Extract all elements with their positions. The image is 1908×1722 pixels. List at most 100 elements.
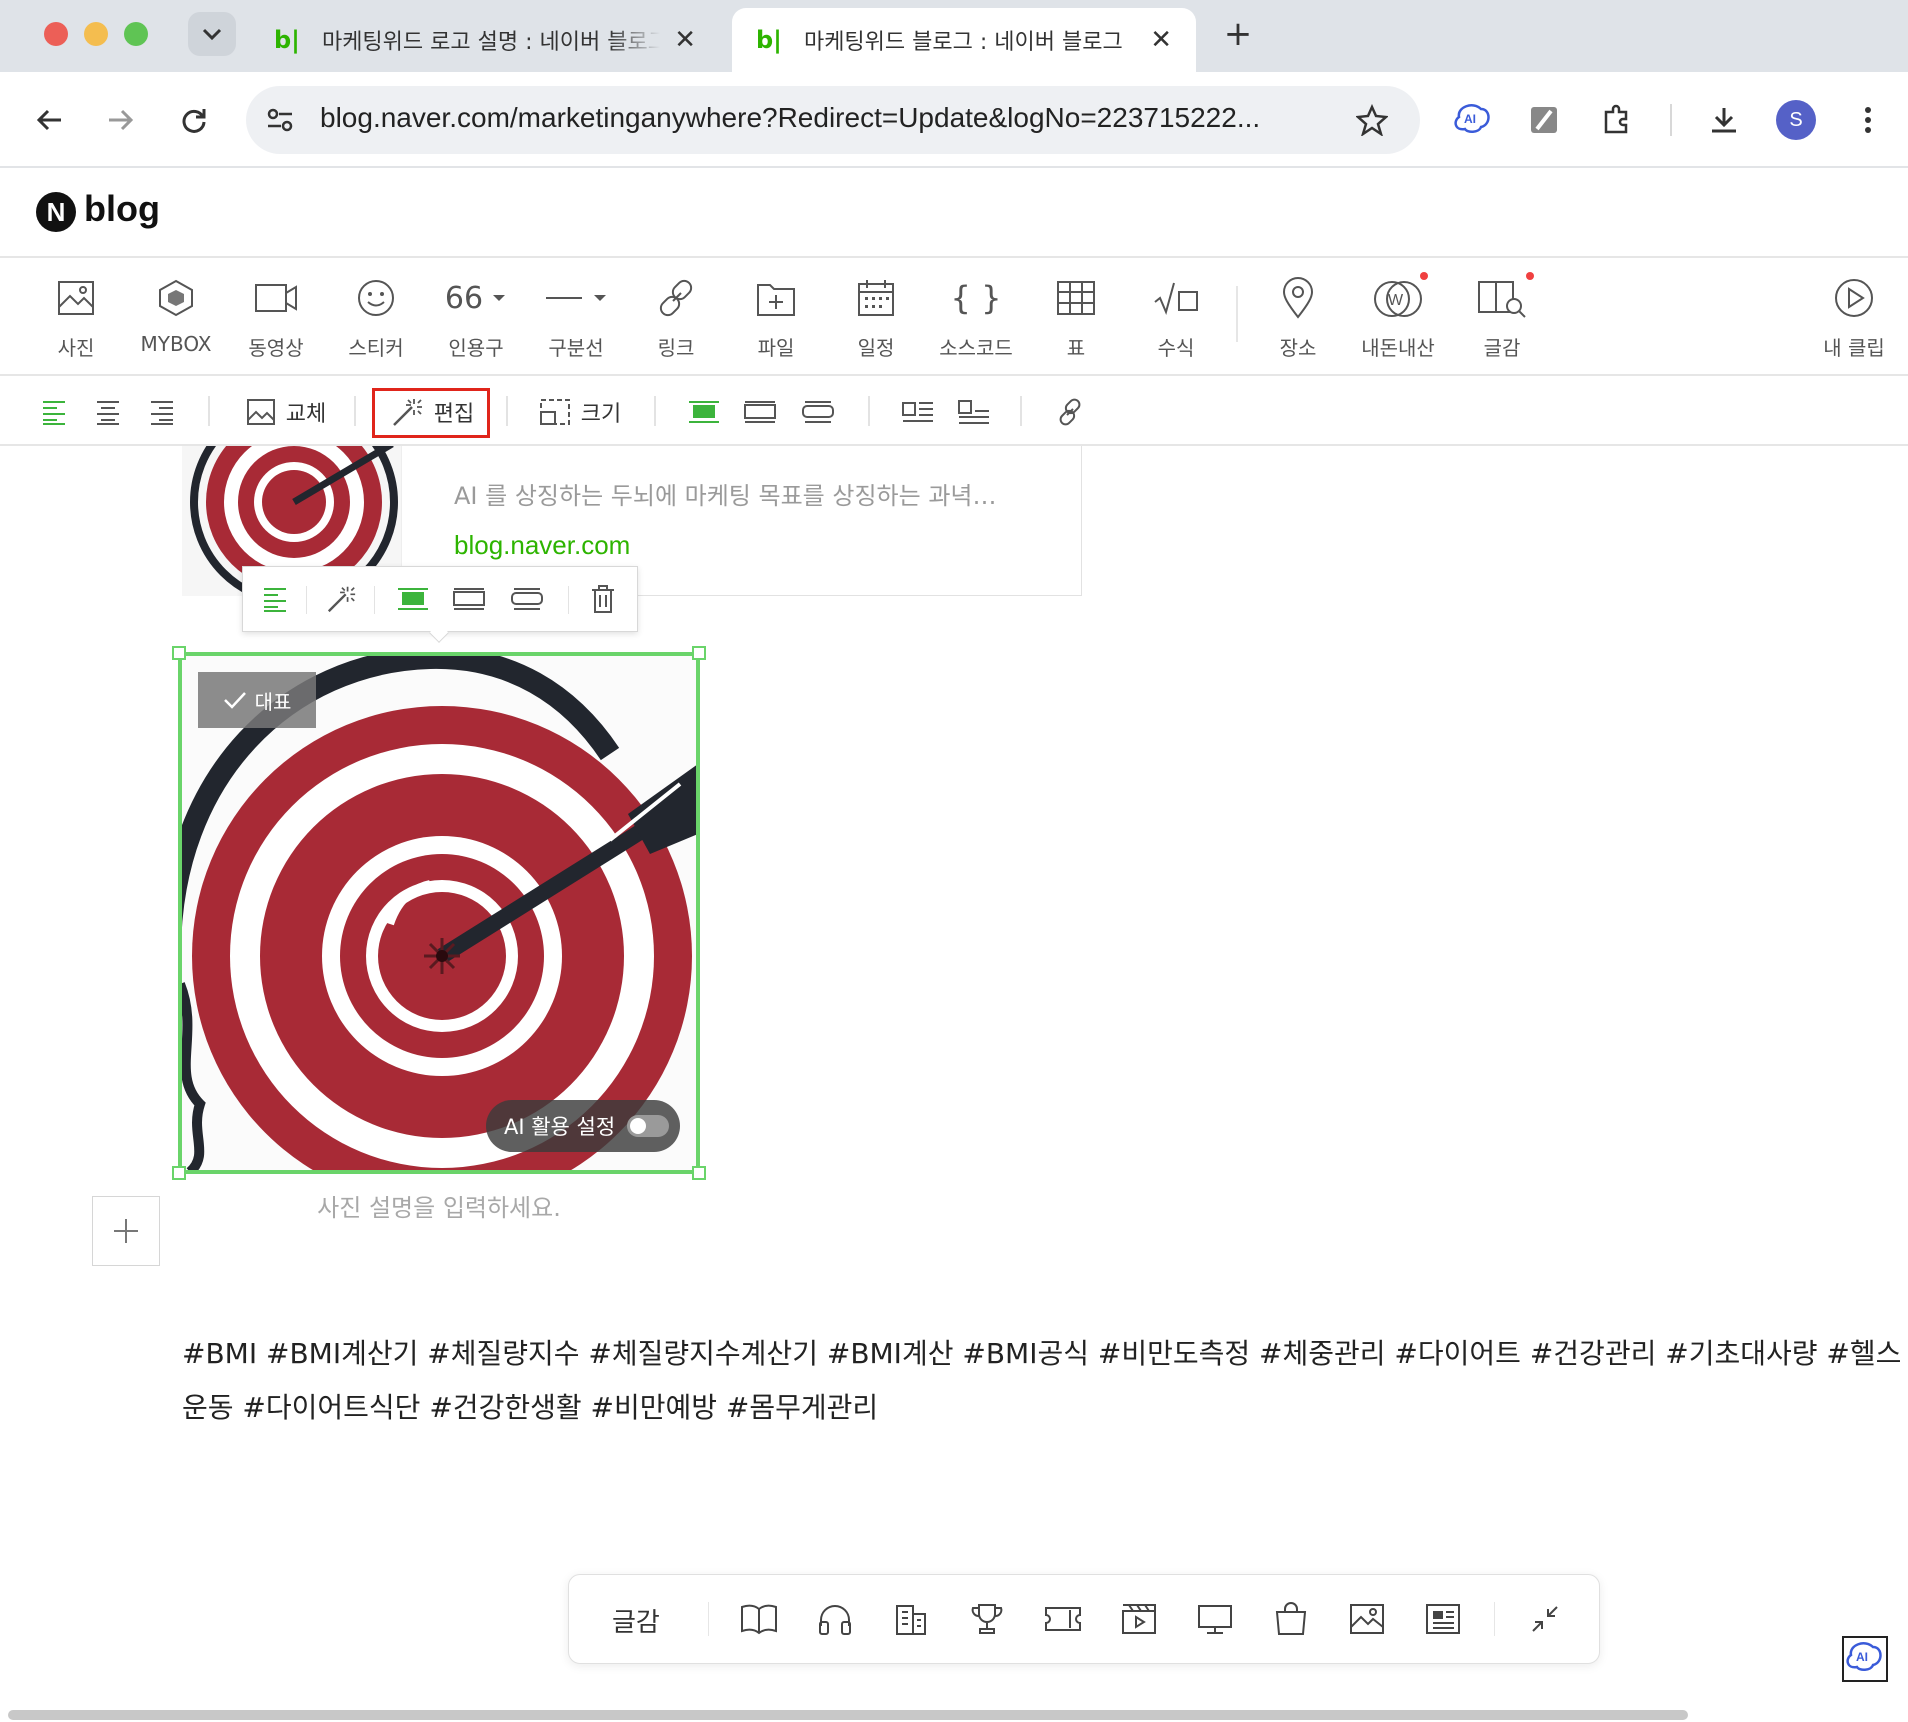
popup-layout-wide-button[interactable] xyxy=(446,576,492,622)
popup-layout-full-button[interactable] xyxy=(504,576,550,622)
close-tab-icon[interactable]: ✕ xyxy=(674,25,696,55)
chevron-down-icon xyxy=(202,28,222,41)
resize-handle-bottom-right[interactable] xyxy=(692,1166,706,1180)
music-icon[interactable] xyxy=(810,1594,860,1644)
tool-schedule[interactable]: 일정 xyxy=(828,270,924,366)
close-window-button[interactable] xyxy=(44,22,68,46)
blog-logo-word[interactable]: blog xyxy=(84,188,160,230)
ai-assistant-button[interactable]: AI xyxy=(1842,1636,1888,1682)
new-badge-dot xyxy=(1420,272,1428,280)
wrap-left-icon xyxy=(902,402,933,422)
replace-image-button[interactable]: 교체 xyxy=(238,390,334,434)
naver-logo[interactable]: N xyxy=(36,192,76,232)
tool-mybox[interactable]: MYBOX xyxy=(128,270,224,366)
news-icon[interactable] xyxy=(1418,1594,1468,1644)
svg-text:W: W xyxy=(1388,292,1404,309)
sticker-icon xyxy=(358,280,394,316)
link-preview-domain[interactable]: blog.naver.com xyxy=(454,530,630,561)
collapse-icon[interactable] xyxy=(1520,1594,1570,1644)
resize-handle-bottom-left[interactable] xyxy=(172,1166,186,1180)
trash-icon xyxy=(592,585,614,613)
resize-icon xyxy=(539,399,570,425)
representative-image-badge[interactable]: 대표 xyxy=(198,672,316,728)
tab-marketing-blog[interactable]: b| 마케팅위드 블로그 : 네이버 블로그 ✕ xyxy=(732,8,1196,72)
resize-handle-top-left[interactable] xyxy=(172,646,186,660)
profile-avatar[interactable]: S xyxy=(1776,100,1816,140)
more-menu-icon[interactable] xyxy=(1846,98,1890,142)
forward-button[interactable] xyxy=(98,98,142,142)
tool-sticker[interactable]: 스티커 xyxy=(328,270,424,366)
align-right-button[interactable] xyxy=(144,390,180,434)
ai-extension-icon[interactable]: AI xyxy=(1450,98,1494,142)
horizontal-scrollbar[interactable] xyxy=(8,1710,1688,1720)
edit-button-highlight xyxy=(372,388,490,438)
tool-material[interactable]: 글감 xyxy=(1454,270,1550,366)
tool-quote[interactable]: 66 인용구 xyxy=(428,270,524,366)
ticket-icon[interactable] xyxy=(1038,1594,1088,1644)
tab-logo-description[interactable]: b| 마케팅위드 로고 설명 : 네이버 블로그 ✕ xyxy=(250,8,720,72)
svg-text:AI: AI xyxy=(1464,112,1476,126)
shopping-icon[interactable] xyxy=(1266,1594,1316,1644)
tab-search-button[interactable] xyxy=(188,12,236,56)
minimize-window-button[interactable] xyxy=(84,22,108,46)
tool-file[interactable]: 파일 xyxy=(728,270,824,366)
layout-inline-button[interactable] xyxy=(684,390,724,434)
resize-handle-top-right[interactable] xyxy=(692,646,706,660)
svg-text:AI: AI xyxy=(1856,1650,1868,1664)
image-selection-frame xyxy=(178,652,700,1174)
layout-wide-button[interactable] xyxy=(740,390,780,434)
arrow-right-icon xyxy=(109,109,134,131)
align-center-button[interactable] xyxy=(90,390,126,434)
tool-link[interactable]: 링크 xyxy=(628,270,724,366)
add-component-button[interactable] xyxy=(92,1196,160,1266)
tool-formula[interactable]: 수식 xyxy=(1128,270,1224,366)
toggle-switch[interactable] xyxy=(627,1115,670,1137)
site-settings-icon[interactable] xyxy=(262,102,298,138)
download-icon[interactable] xyxy=(1702,98,1746,142)
dropdown-caret-icon xyxy=(493,295,506,301)
resize-button[interactable]: 크기 xyxy=(532,390,628,434)
tool-divider[interactable]: 구분선 xyxy=(528,270,624,366)
pen-extension-icon[interactable] xyxy=(1522,98,1566,142)
image-link-button[interactable] xyxy=(1050,390,1090,434)
new-tab-button[interactable]: + xyxy=(1218,14,1258,54)
tool-place[interactable]: 장소 xyxy=(1250,270,1346,366)
popup-layout-inline-button[interactable] xyxy=(390,576,436,622)
image-caption-input[interactable]: 사진 설명을 입력하세요. xyxy=(180,1188,698,1223)
back-button[interactable] xyxy=(28,98,72,142)
layout-wide-icon xyxy=(453,588,485,610)
bookmark-star-icon[interactable] xyxy=(1350,98,1394,142)
extensions-puzzle-icon[interactable] xyxy=(1594,98,1638,142)
close-tab-icon[interactable]: ✕ xyxy=(1150,25,1172,55)
popup-divider xyxy=(374,586,375,614)
book-icon[interactable] xyxy=(734,1594,784,1644)
url-text[interactable]: blog.naver.com/marketinganywhere?Redirec… xyxy=(320,102,1260,134)
tool-source-code[interactable]: { } 소스코드 xyxy=(928,270,1024,366)
zoom-window-button[interactable] xyxy=(124,22,148,46)
popup-align-button[interactable] xyxy=(252,576,298,622)
text-wrap-bottom-button[interactable] xyxy=(954,390,994,434)
popup-delete-button[interactable] xyxy=(580,576,626,622)
image-icon[interactable] xyxy=(1342,1594,1392,1644)
toolbar-divider xyxy=(868,396,870,426)
popup-edit-button[interactable] xyxy=(318,576,364,622)
layout-full-button[interactable] xyxy=(798,390,838,434)
tv-icon[interactable] xyxy=(1190,1594,1240,1644)
tool-my-clip[interactable]: 내 클립 xyxy=(1806,270,1902,366)
movie-icon[interactable] xyxy=(1114,1594,1164,1644)
trophy-icon[interactable] xyxy=(962,1594,1012,1644)
ai-usage-setting-toggle[interactable]: AI 활용 설정 xyxy=(486,1100,680,1152)
tool-photo[interactable]: 사진 xyxy=(28,270,124,366)
tool-video[interactable]: 동영상 xyxy=(228,270,324,366)
hashtag-text-line[interactable]: 운동 #다이어트식단 #건강한생활 #비만예방 #몸무게관리 xyxy=(182,1386,878,1426)
tool-table[interactable]: 표 xyxy=(1028,270,1124,366)
reload-button[interactable] xyxy=(172,98,216,142)
building-icon[interactable] xyxy=(886,1594,936,1644)
tool-my-money[interactable]: W 내돈내산 xyxy=(1350,270,1446,366)
tab-title: 마케팅위드 블로그 : 네이버 블로그 xyxy=(803,30,1123,55)
link-icon xyxy=(659,279,693,317)
align-left-button[interactable] xyxy=(36,390,72,434)
hashtag-text-line[interactable]: #BMI #BMI계산기 #체질량지수 #체질량지수계산기 #BMI계산 #BM… xyxy=(182,1332,1901,1372)
text-wrap-left-button[interactable] xyxy=(898,390,938,434)
align-center-icon xyxy=(97,401,119,425)
